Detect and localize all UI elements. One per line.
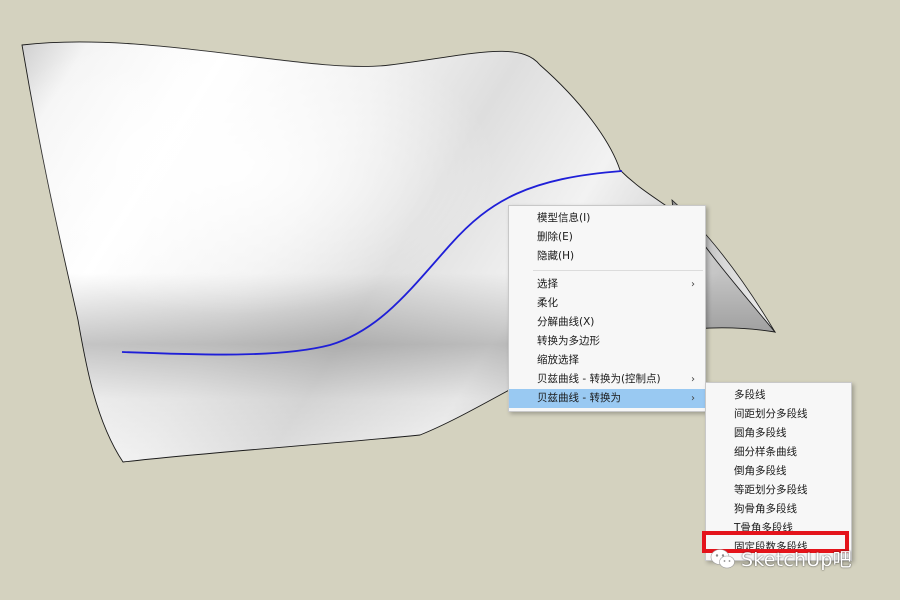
submenu-item-subdivide-spline[interactable]: 细分样条曲线	[706, 443, 851, 462]
menu-item-model-info[interactable]: 模型信息(I)	[509, 209, 705, 228]
chevron-right-icon: ›	[691, 393, 695, 404]
watermark: SketchUp吧	[710, 545, 852, 572]
menu-separator	[533, 270, 703, 271]
menu-item-select[interactable]: 选择 ›	[509, 275, 705, 294]
submenu-item-spaced-polyline[interactable]: 间距划分多段线	[706, 405, 851, 424]
menu-item-label: 间距划分多段线	[734, 408, 808, 420]
menu-item-label: 倒角多段线	[734, 465, 787, 477]
menu-item-bezier-convert-control-points[interactable]: 贝兹曲线 - 转换为(控制点) ›	[509, 370, 705, 389]
menu-item-label: 转换为多边形	[537, 335, 600, 347]
menu-item-label: 柔化	[537, 297, 558, 309]
submenu-item-fillet-polyline[interactable]: 圆角多段线	[706, 424, 851, 443]
chevron-right-icon: ›	[691, 374, 695, 385]
menu-item-label: 隐藏(H)	[537, 250, 575, 262]
menu-item-zoom-selection[interactable]: 缩放选择	[509, 351, 705, 370]
watermark-text: SketchUp吧	[741, 549, 852, 571]
menu-item-label: 删除(E)	[537, 231, 573, 243]
menu-item-label: 多段线	[734, 389, 766, 401]
submenu-item-equidistant-polyline[interactable]: 等距划分多段线	[706, 481, 851, 500]
menu-item-explode-curve[interactable]: 分解曲线(X)	[509, 313, 705, 332]
submenu-item-dogbone-polyline[interactable]: 狗骨角多段线	[706, 500, 851, 519]
menu-item-label: 圆角多段线	[734, 427, 787, 439]
menu-item-label: 贝兹曲线 - 转换为(控制点)	[537, 373, 661, 385]
menu-item-convert-to-polygon[interactable]: 转换为多边形	[509, 332, 705, 351]
menu-item-soften[interactable]: 柔化	[509, 294, 705, 313]
menu-item-label: 等距划分多段线	[734, 484, 808, 496]
menu-item-label: 细分样条曲线	[734, 446, 797, 458]
menu-item-label: 缩放选择	[537, 354, 579, 366]
menu-item-label: 分解曲线(X)	[537, 316, 595, 328]
context-menu: 模型信息(I) 删除(E) 隐藏(H) 选择 › 柔化 分解曲线(X) 转换为多边…	[508, 205, 706, 412]
menu-item-hide[interactable]: 隐藏(H)	[509, 247, 705, 266]
menu-item-label: 选择	[537, 278, 558, 290]
menu-item-label: 贝兹曲线 - 转换为	[537, 392, 621, 404]
menu-item-bezier-convert-to[interactable]: 贝兹曲线 - 转换为 ›	[509, 389, 705, 408]
wechat-icon	[710, 548, 735, 568]
submenu-item-chamfer-polyline[interactable]: 倒角多段线	[706, 462, 851, 481]
menu-item-delete[interactable]: 删除(E)	[509, 228, 705, 247]
chevron-right-icon: ›	[691, 279, 695, 290]
menu-item-label: 模型信息(I)	[537, 212, 591, 224]
submenu-item-polyline[interactable]: 多段线	[706, 386, 851, 405]
menu-item-label: 狗骨角多段线	[734, 503, 797, 515]
